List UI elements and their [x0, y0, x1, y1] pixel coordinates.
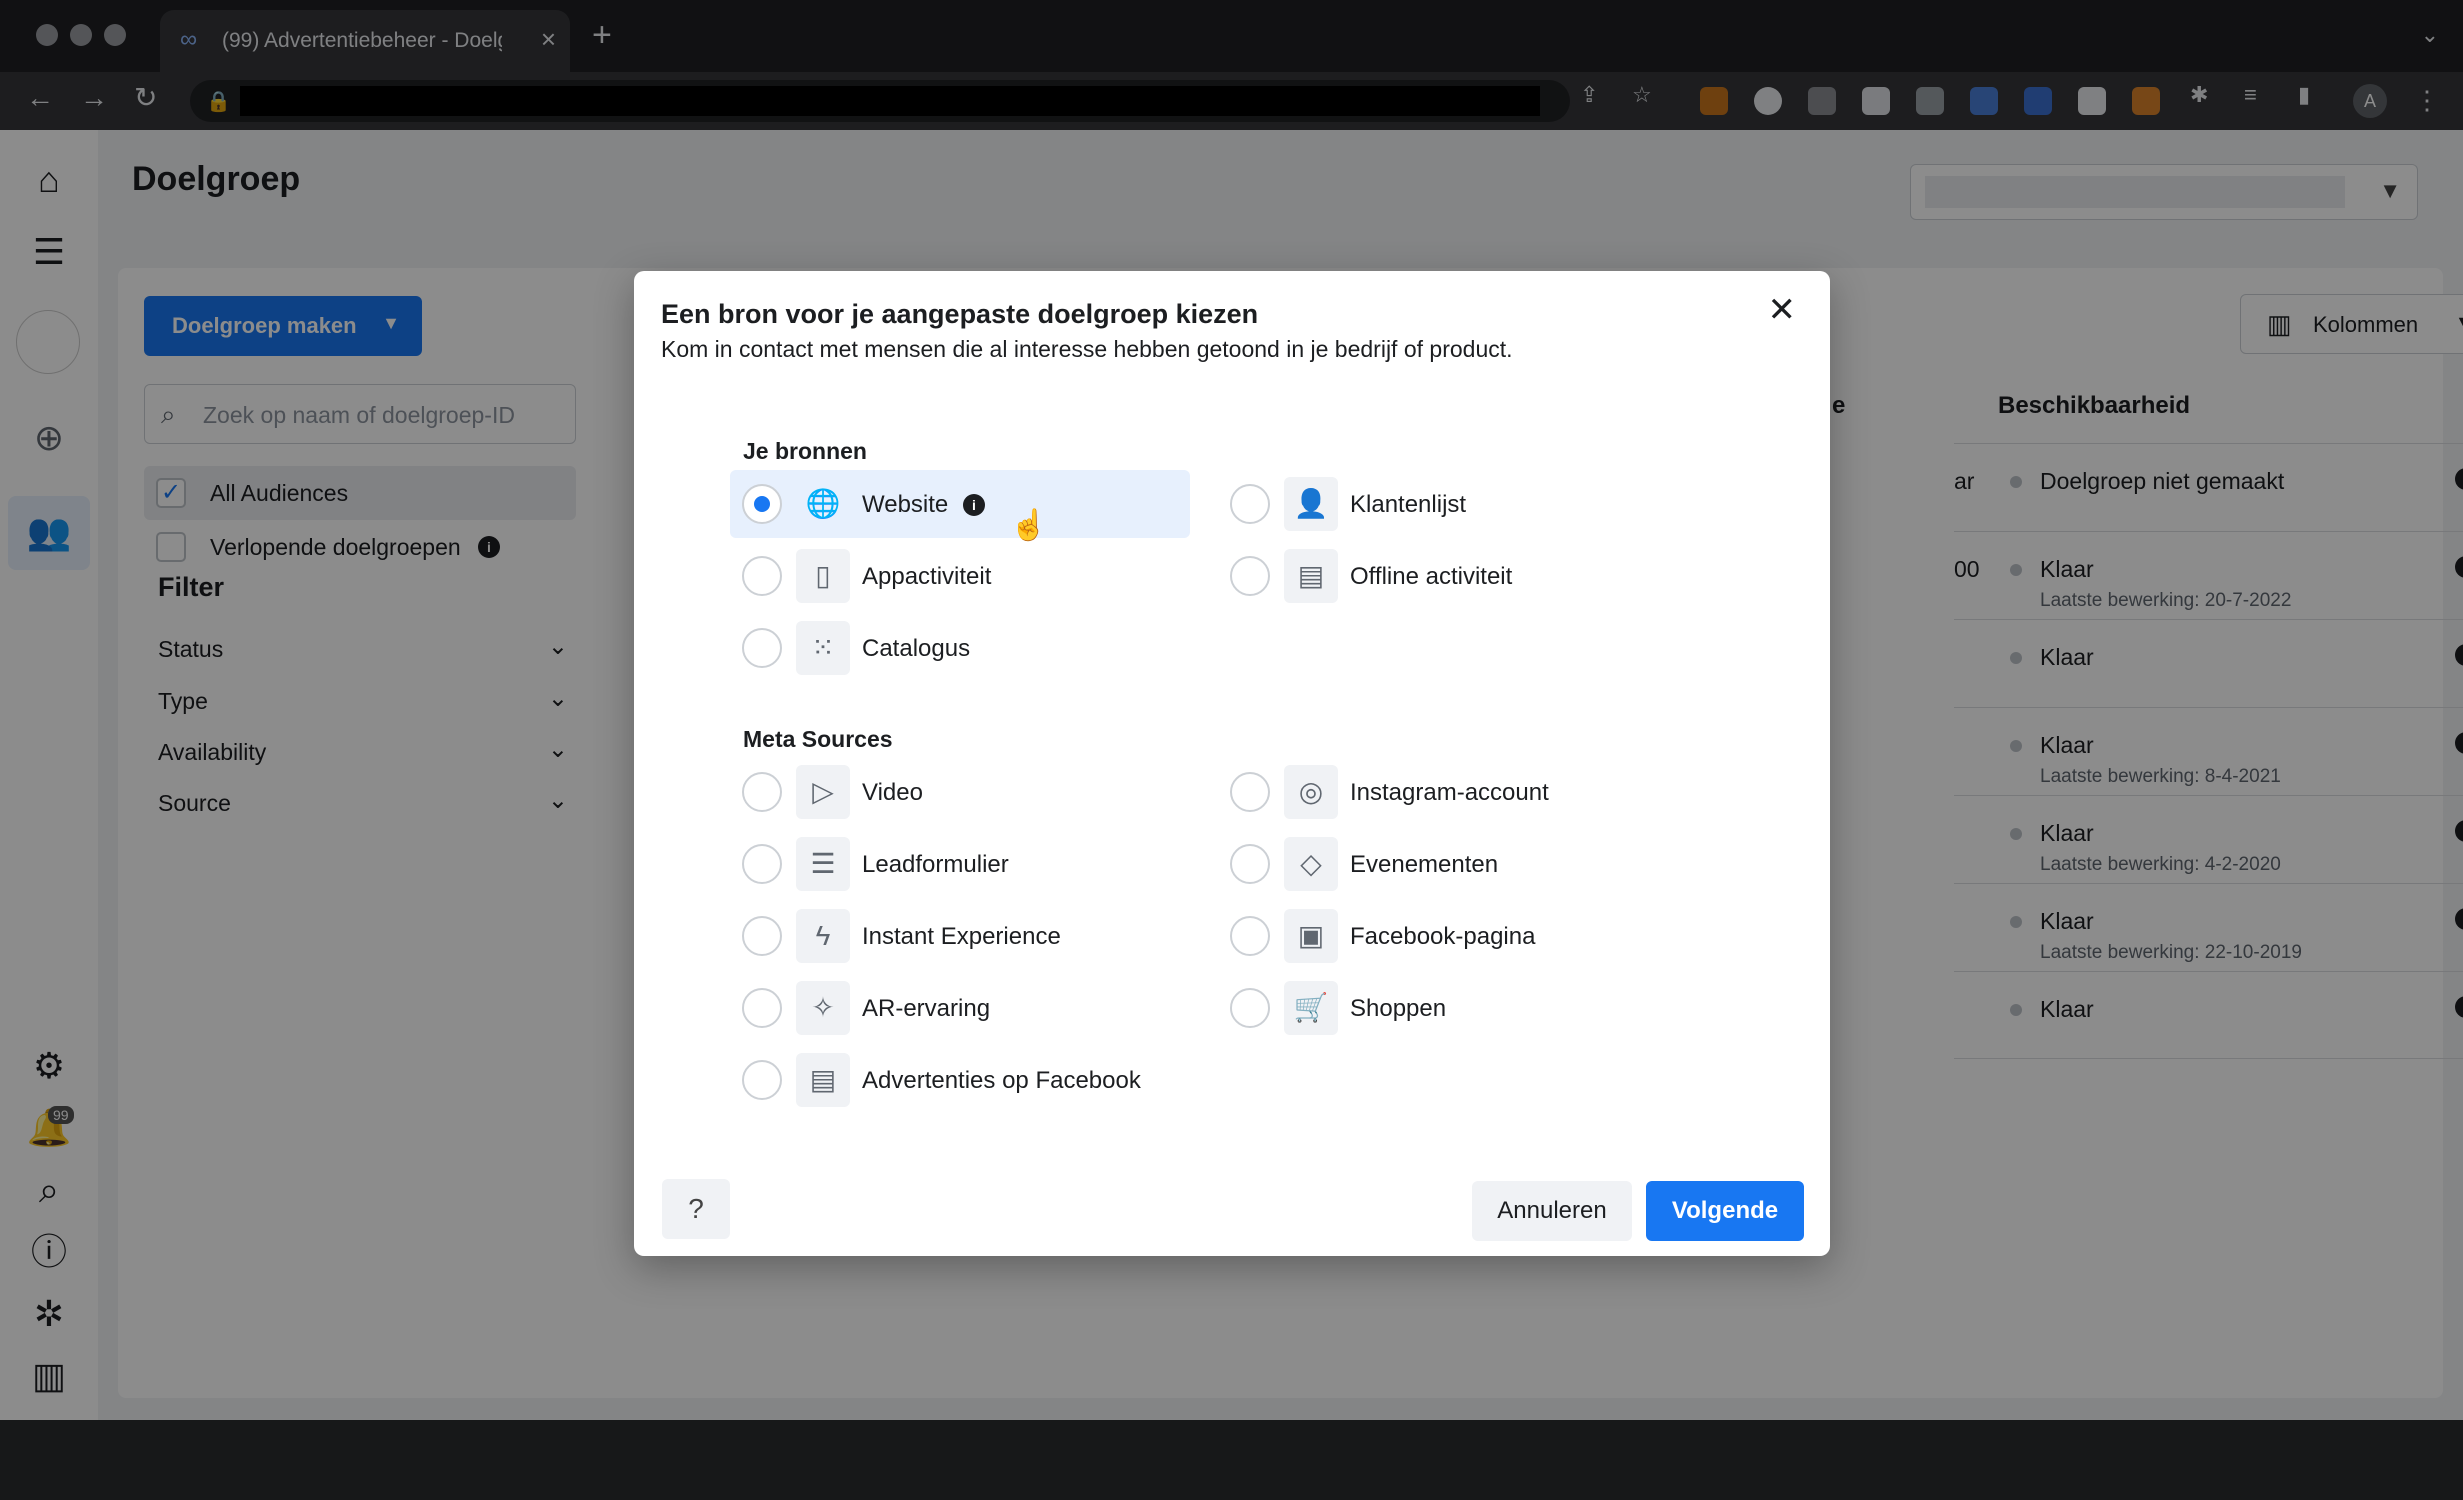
radio-unselected[interactable] — [1230, 844, 1270, 884]
radio-unselected[interactable] — [1230, 484, 1270, 524]
source-option-instagram[interactable]: ◎ Instagram-account — [1218, 758, 1678, 826]
page-icon: ▣ — [1284, 909, 1338, 963]
radio-unselected[interactable] — [742, 916, 782, 956]
option-label: Catalogus — [862, 635, 971, 662]
source-option-app-activity[interactable]: ▯ Appactiviteit — [730, 542, 1190, 610]
radio-unselected[interactable] — [1230, 916, 1270, 956]
cancel-button[interactable]: Annuleren — [1472, 1181, 1632, 1241]
source-option-catalog[interactable]: ⁙ Catalogus — [730, 614, 1190, 682]
option-label: Appactiviteit — [862, 563, 992, 590]
radio-unselected[interactable] — [742, 988, 782, 1028]
sparkle-icon: ✧ — [796, 981, 850, 1035]
option-label: Leadformulier — [862, 851, 1009, 878]
customer-list-icon: 👤 — [1284, 477, 1338, 531]
source-option-shopping[interactable]: 🛒 Shoppen — [1218, 974, 1678, 1042]
source-option-instant-experience[interactable]: ϟ Instant Experience — [730, 902, 1190, 970]
option-label: Offline activiteit — [1350, 563, 1513, 590]
dialog-subtitle: Kom in contact met mensen die al interes… — [661, 336, 1513, 362]
choose-source-dialog: Een bron voor je aangepaste doelgroep ki… — [634, 271, 1830, 1256]
option-label: AR-ervaring — [862, 995, 991, 1022]
close-icon[interactable]: ✕ — [1768, 293, 1797, 327]
grid-icon: ⁙ — [796, 621, 850, 675]
option-label: Website — [862, 491, 949, 518]
radio-unselected[interactable] — [742, 844, 782, 884]
radio-unselected[interactable] — [742, 772, 782, 812]
hand-cursor-icon: ☝ — [1010, 509, 1048, 542]
play-icon: ▷ — [796, 765, 850, 819]
option-label: Evenementen — [1350, 851, 1499, 878]
radio-unselected[interactable] — [1230, 556, 1270, 596]
radio-unselected[interactable] — [742, 1060, 782, 1100]
list-icon: ☰ — [796, 837, 850, 891]
option-label: Facebook-pagina — [1350, 923, 1536, 950]
source-option-events[interactable]: ◇ Evenementen — [1218, 830, 1678, 898]
store-icon: ▤ — [1284, 549, 1338, 603]
radio-unselected[interactable] — [742, 628, 782, 668]
lightning-icon: ϟ — [796, 909, 850, 963]
next-button[interactable]: Volgende — [1646, 1181, 1804, 1241]
info-icon[interactable]: i — [963, 494, 985, 516]
option-label: Shoppen — [1350, 995, 1447, 1022]
instagram-icon: ◎ — [1284, 765, 1338, 819]
globe-icon: 🌐 — [805, 488, 841, 519]
source-option-video[interactable]: ▷ Video — [730, 758, 1190, 826]
option-label: Video — [862, 779, 923, 806]
cart-icon: 🛒 — [1284, 981, 1338, 1035]
source-option-facebook-ads[interactable]: ▤ Advertenties op Facebook — [730, 1046, 1190, 1114]
shop-icon: ▤ — [796, 1053, 850, 1107]
help-question-icon[interactable]: ? — [662, 1179, 730, 1239]
mobile-icon: ▯ — [796, 549, 850, 603]
radio-unselected[interactable] — [742, 556, 782, 596]
radio-unselected[interactable] — [1230, 772, 1270, 812]
meta-sources-heading: Meta Sources — [743, 726, 893, 752]
radio-unselected[interactable] — [1230, 988, 1270, 1028]
option-label: Advertenties op Facebook — [862, 1067, 1141, 1094]
your-sources-heading: Je bronnen — [743, 438, 867, 464]
source-option-lead-form[interactable]: ☰ Leadformulier — [730, 830, 1190, 898]
option-label: Instagram-account — [1350, 779, 1549, 806]
option-label: Klantenlijst — [1350, 491, 1467, 518]
option-label: Instant Experience — [862, 923, 1061, 950]
ticket-icon: ◇ — [1284, 837, 1338, 891]
dialog-title: Een bron voor je aangepaste doelgroep ki… — [661, 299, 1259, 329]
source-option-offline-activity[interactable]: ▤ Offline activiteit — [1218, 542, 1678, 610]
source-option-customer-list[interactable]: 👤 Klantenlijst — [1218, 470, 1678, 538]
source-option-website[interactable]: 🌐 Website i ☝ — [730, 470, 1190, 542]
source-option-facebook-page[interactable]: ▣ Facebook-pagina — [1218, 902, 1678, 970]
source-option-ar-experience[interactable]: ✧ AR-ervaring — [730, 974, 1190, 1042]
radio-selected[interactable] — [742, 484, 782, 524]
